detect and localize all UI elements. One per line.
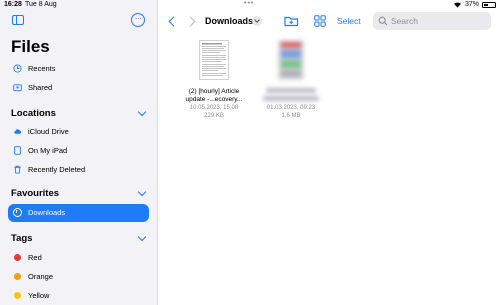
- multitasking-dots-icon[interactable]: •••: [244, 0, 254, 7]
- clock-icon: [12, 64, 22, 73]
- sidebar-item-label: Red: [28, 253, 42, 262]
- sidebar-item-label: On My iPad: [28, 146, 68, 155]
- sidebar-item-icloud-drive[interactable]: iCloud Drive: [12, 127, 69, 136]
- search-placeholder: Search: [391, 16, 418, 26]
- section-header-favourites[interactable]: Favourites: [11, 188, 151, 199]
- sidebar-item-downloads[interactable]: Downloads: [8, 204, 149, 222]
- file-date: 01.03.2023, 09:23: [266, 105, 316, 111]
- file-size: 229 KB: [204, 113, 224, 119]
- new-folder-icon[interactable]: [284, 15, 299, 27]
- sidebar-item-label: Recents: [28, 64, 56, 73]
- sidebar-item-tag-orange[interactable]: Orange: [12, 272, 53, 281]
- battery-icon: [482, 1, 496, 8]
- sidebar-item-label: Orange: [28, 272, 54, 281]
- sidebar-item-recents[interactable]: Recents: [12, 64, 56, 73]
- file-name-blurred: [255, 96, 327, 104]
- sidebar-item-tag-yellow[interactable]: Yellow: [12, 291, 49, 300]
- document-thumbnail: [278, 40, 304, 80]
- sidebar-item-tag-red[interactable]: Red: [12, 253, 42, 262]
- sidebar-item-recently-deleted[interactable]: Recently Deleted: [12, 165, 85, 174]
- sidebar-item-label: iCloud Drive: [28, 127, 69, 136]
- battery-percentage: 37%: [464, 1, 479, 8]
- back-icon[interactable]: [168, 16, 179, 27]
- status-indicators: 37%: [453, 1, 496, 8]
- section-header-label: Favourites: [11, 188, 60, 199]
- section-header-label: Tags: [11, 233, 33, 244]
- files-app: 16:28 Tue 8 Aug ··· Files Recents Shared…: [0, 0, 500, 305]
- document-thumbnail: [199, 40, 229, 80]
- file-size: 1,6 MB: [281, 113, 301, 119]
- grid-view-icon[interactable]: [314, 15, 326, 27]
- sidebar-item-on-my-ipad[interactable]: On My iPad: [12, 146, 67, 155]
- trash-icon: [12, 165, 22, 174]
- file-name-blurred: [255, 88, 327, 96]
- sidebar-item-label: Yellow: [28, 291, 50, 300]
- search-field[interactable]: Search: [373, 12, 491, 30]
- download-icon: [13, 208, 22, 217]
- status-time: 16:28: [4, 1, 22, 8]
- sidebar-item-shared[interactable]: Shared: [12, 83, 52, 92]
- sidebar-item-label: Downloads: [28, 208, 66, 217]
- section-header-label: Locations: [11, 108, 56, 119]
- file-name-line2: update -...ecovery...: [185, 96, 243, 103]
- section-header-tags[interactable]: Tags: [11, 233, 151, 244]
- status-date: Tue 8 Aug: [25, 1, 57, 8]
- file-item[interactable]: 01.03.2023, 09:23 1,6 MB: [255, 40, 327, 120]
- file-item[interactable]: (2) [hourly] Article update -...ecovery.…: [180, 40, 248, 120]
- cloud-icon: [12, 127, 22, 136]
- sidebar: 16:28 Tue 8 Aug ··· Files Recents Shared…: [0, 0, 158, 305]
- forward-icon[interactable]: [185, 16, 196, 27]
- red-tag-dot-icon: [13, 254, 21, 261]
- orange-tag-dot-icon: [13, 273, 21, 280]
- yellow-tag-dot-icon: [13, 292, 21, 299]
- page-title: Files: [11, 37, 50, 56]
- sidebar-item-label: Shared: [28, 83, 53, 92]
- sidebar-toggle-icon[interactable]: [12, 15, 24, 25]
- section-header-locations[interactable]: Locations: [11, 108, 151, 119]
- chevron-down-icon[interactable]: [252, 16, 262, 26]
- select-button[interactable]: Select: [337, 16, 361, 26]
- sidebar-item-label: Recently Deleted: [28, 165, 86, 174]
- file-date: 10.05.2023, 15:08: [189, 105, 239, 111]
- ipad-icon: [12, 146, 22, 155]
- wifi-icon: [453, 2, 461, 8]
- search-icon: [378, 16, 388, 26]
- more-options-icon[interactable]: ···: [131, 13, 145, 27]
- file-name-line1: (2) [hourly] Article: [188, 88, 240, 95]
- shared-folder-icon: [12, 83, 22, 92]
- folder-title[interactable]: Downloads: [205, 16, 253, 26]
